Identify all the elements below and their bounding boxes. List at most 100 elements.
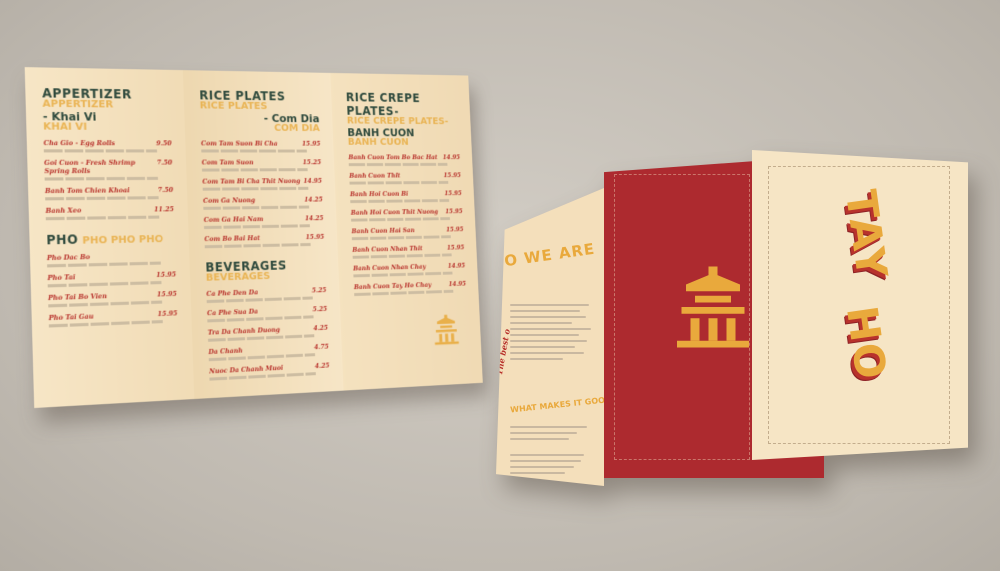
menu-item: Com Ga Hai Nam 14.25 [203, 214, 324, 230]
menu-item: Banh Cuon Tay Ho Chay 14.95 [353, 280, 467, 297]
menu-item-price: 5.25 [312, 304, 328, 314]
menu-item: Banh Hoi Cuon Bi 15.95 [350, 189, 462, 204]
menu-item-price: 14.95 [303, 176, 323, 185]
menu-item-price: 15.95 [305, 232, 325, 242]
beverages-heading-echo: BEVERAGES [205, 270, 271, 284]
pho-heading: PHO [46, 232, 79, 248]
menu-item-price: 15.95 [443, 171, 462, 180]
rice-crepe-heading-echo: RICE CREPE PLATES- [346, 115, 449, 127]
rice-crepe-heading: RICE CREPE PLATES- [345, 90, 421, 119]
menu-item-price: 7.50 [157, 185, 174, 195]
panel-about: O WE ARE The best o WHAT MAKES IT GOOD? [496, 188, 604, 486]
rice-plates-heading-echo: RICE PLATES [199, 100, 268, 113]
menu-item-name: Com Tam Bi Cha Thit Nuong [202, 177, 301, 186]
menu-item-name: Com Bo Bai Hat [204, 234, 261, 244]
menu-item-name: Banh Tom Chien Khoai [44, 186, 130, 196]
menu-item: Banh Hoi Cuon Thit Nuong 15.95 [351, 207, 463, 222]
menu-item-price: 15.95 [446, 243, 465, 252]
pho-list: Pho Dac Bo Pho Tai 15.95 Pho Tai Bo Vien 1… [47, 251, 178, 328]
menu-item-price: 4.75 [314, 342, 329, 352]
menu-item-name: Banh Cuon Hai San [351, 226, 415, 236]
menu-item-price: 9.50 [156, 139, 172, 148]
menu-item: Ca Phe Sua Da 5.25 [207, 305, 328, 323]
menu-item-name: Banh Xeo [45, 206, 82, 216]
menu-item-description [47, 261, 161, 268]
menu-item: Pho Tai Gau 15.95 [49, 309, 178, 328]
menu-item-name: Com Tam Suon Bi Cha [200, 139, 278, 148]
menu-item-price: 14.95 [447, 261, 466, 270]
beverages-list: Ca Phe Den Da 5.25 Ca Phe Sua Da 5.25 Tra … [206, 286, 330, 381]
menu-item-price: 15.95 [156, 289, 177, 299]
menu-item-price: 15.95 [444, 189, 462, 198]
rice-crepe-subheading-echo: BANH CUON [347, 136, 409, 148]
menu-item-price: 5.25 [311, 286, 327, 295]
menu-item-name: Da Chanh [208, 346, 243, 357]
menu-item-description [353, 271, 453, 278]
appetizer-heading-echo: APPERTIZER [42, 98, 114, 111]
menu-outside-spread: O WE ARE The best o WHAT MAKES IT GOOD? [496, 150, 968, 490]
menu-item: Banh Cuon Tom Bo Bac Hat 14.95 [348, 153, 461, 167]
menu-item-name: Banh Cuon Nhan Chay [352, 262, 427, 273]
menu-inside-spread: APPERTIZER APPERTIZER - Khai Vi KHAI VI … [24, 67, 483, 409]
menu-item-name: Ca Phe Den Da [206, 288, 259, 299]
menu-item-price: 14.95 [442, 153, 461, 162]
menu-item-description [47, 281, 162, 288]
menu-item-price: 4.25 [314, 361, 330, 371]
pagoda-logo-icon [677, 266, 749, 348]
menu-item-description [351, 217, 450, 222]
menu-item-name: Pho Tai Bo Vien [47, 291, 108, 303]
appetizer-subheading-echo: KHAI VI [42, 121, 88, 133]
menu-item: Cha Gio - Egg Rolls 9.50 [43, 138, 172, 153]
menu-item-price: 4.25 [313, 323, 329, 333]
pho-heading-echo: PHO PHO PHO [82, 233, 164, 247]
menu-item-name: Banh Cuon Thit [349, 171, 401, 180]
menu-item: Nuoc Da Chanh Muoi 4.25 [209, 361, 330, 381]
about-body-text [510, 300, 598, 364]
menu-item-price: 15.95 [301, 139, 321, 148]
menu-item-description [201, 149, 307, 153]
rice-crepe-list: Banh Cuon Tom Bo Bac Hat 14.95 Banh Cuon … [348, 153, 467, 297]
pagoda-logo-icon [434, 314, 459, 345]
menu-item: Da Chanh 4.75 [208, 343, 329, 362]
menu-item-name: Com Ga Nuong [202, 196, 256, 205]
menu-item-description [203, 224, 310, 230]
menu-item: Banh Cuon Thit 15.95 [349, 171, 462, 185]
menu-item: Pho Dac Bo [47, 251, 176, 268]
menu-item: Pho Tai Bo Vien 15.95 [48, 290, 177, 308]
menu-item-description [44, 176, 158, 181]
brand-word-tay: TAY [835, 186, 898, 284]
menu-item-name: Goi Cuon - Fresh Shrimp Spring Rolls [44, 158, 136, 176]
menu-item-name: Com Ga Hai Nam [203, 215, 264, 224]
menu-mockup-scene: APPERTIZER APPERTIZER - Khai Vi KHAI VI … [0, 0, 1000, 571]
menu-item-description [202, 186, 309, 191]
menu-item-description [354, 289, 454, 297]
menu-item-name: Banh Cuon Tay Ho Chay [353, 280, 432, 292]
menu-item-price: 14.25 [303, 195, 323, 204]
menu-item-price: 15.95 [445, 225, 464, 234]
menu-item: Ca Phe Den Da 5.25 [206, 286, 327, 304]
menu-item: Banh Cuon Hai San 15.95 [351, 225, 464, 241]
menu-item-description [350, 199, 450, 204]
menu-item-description [349, 180, 449, 185]
who-we-are-heading: O WE ARE [503, 239, 597, 271]
menu-item: Pho Tai 15.95 [47, 270, 177, 288]
panel-rice-crepe: RICE CREPE PLATES- RICE CREPE PLATES- BA… [330, 72, 483, 391]
menu-item-price: 15.95 [445, 207, 463, 216]
menu-item-name: Ca Phe Sua Da [206, 307, 259, 318]
menu-item: Com Bo Bai Hat 15.95 [204, 232, 325, 249]
menu-item-price: 15.25 [302, 158, 322, 167]
menu-item: Com Tam Suon 15.25 [201, 158, 322, 172]
menu-item: Banh Cuon Nhan Chay 14.95 [353, 262, 466, 278]
menu-item-price: 14.25 [304, 214, 324, 223]
menu-item-name: Tra Da Chanh Duong [207, 325, 281, 337]
menu-item-name: Banh Cuon Nhan Thit [352, 244, 423, 254]
menu-item: Banh Tom Chien Khoai 7.50 [45, 186, 174, 201]
panel-appetizers: APPERTIZER APPERTIZER - Khai Vi KHAI VI … [24, 67, 195, 409]
menu-item-name: Cha Gio - Egg Rolls [43, 138, 116, 148]
menu-item: Banh Cuon Nhan Thit 15.95 [352, 244, 465, 259]
rice-plates-list: Com Tam Suon Bi Cha 15.95 Com Tam Suon 15.… [200, 139, 325, 249]
menu-item-description [45, 215, 160, 221]
menu-item-price: 15.95 [156, 270, 177, 280]
what-makes-it-good-heading: WHAT MAKES IT GOOD? [509, 394, 617, 415]
menu-item-description [201, 168, 308, 172]
